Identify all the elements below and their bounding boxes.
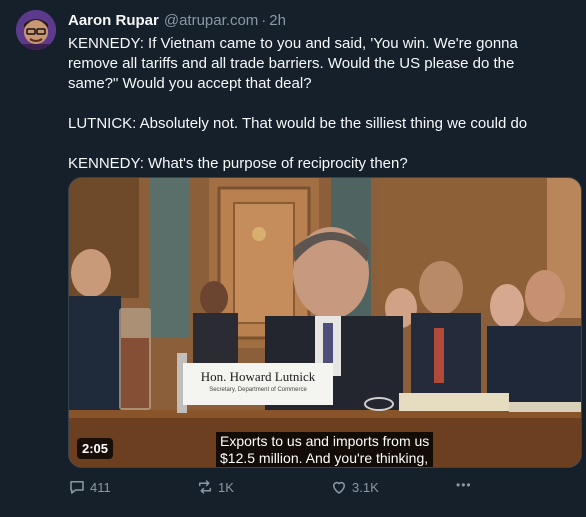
- caption-line: Exports to us and imports from us: [220, 433, 430, 449]
- post-paragraph: KENNEDY: What's the purpose of reciproci…: [68, 155, 408, 172]
- post-text: KENNEDY: If Vietnam came to you and said…: [68, 34, 568, 194]
- post-paragraph: LUTNICK: Absolutely not. That would be t…: [68, 115, 528, 132]
- reply-icon: [70, 481, 84, 494]
- post-header: Aaron Rupar @atrupar.com · 2h: [68, 10, 286, 30]
- caption-line: $12.5 million. And you're thinking,: [220, 450, 429, 466]
- post-paragraph: KENNEDY: If Vietnam came to you and said…: [68, 35, 518, 92]
- separator-dot: ·: [261, 11, 267, 29]
- video-captions: Exports to us and imports from us $12.5 …: [216, 432, 434, 467]
- nameplate-name: Hon. Howard Lutnick: [200, 369, 316, 384]
- more-icon: •••: [456, 478, 472, 492]
- nameplate: Hon. Howard Lutnick Secretary, Departmen…: [183, 363, 333, 405]
- video-frame: [69, 178, 581, 467]
- repost-count: 1K: [218, 479, 234, 495]
- author-handle[interactable]: @atrupar.com: [164, 12, 258, 29]
- video-duration-badge: 2:05: [77, 438, 114, 459]
- video-player[interactable]: Hon. Howard Lutnick Secretary, Departmen…: [68, 177, 582, 468]
- post-timestamp[interactable]: 2h: [269, 12, 286, 29]
- repost-button[interactable]: 1K: [196, 478, 234, 496]
- reply-count: 411: [90, 479, 111, 495]
- post-actions: 411 1K 3.1K •••: [68, 478, 488, 498]
- post[interactable]: Aaron Rupar @atrupar.com · 2h KENNEDY: I…: [0, 0, 586, 517]
- repost-icon: [199, 480, 211, 494]
- nameplate-title: Secretary, Department of Commerce: [209, 387, 307, 393]
- avatar[interactable]: [16, 10, 56, 50]
- heart-icon: [333, 481, 345, 494]
- reply-button[interactable]: 411: [68, 478, 111, 496]
- like-count: 3.1K: [352, 479, 379, 495]
- avatar-image: [16, 10, 56, 50]
- more-options-button[interactable]: •••: [456, 478, 472, 492]
- author-name[interactable]: Aaron Rupar: [68, 12, 159, 29]
- like-button[interactable]: 3.1K: [330, 478, 379, 496]
